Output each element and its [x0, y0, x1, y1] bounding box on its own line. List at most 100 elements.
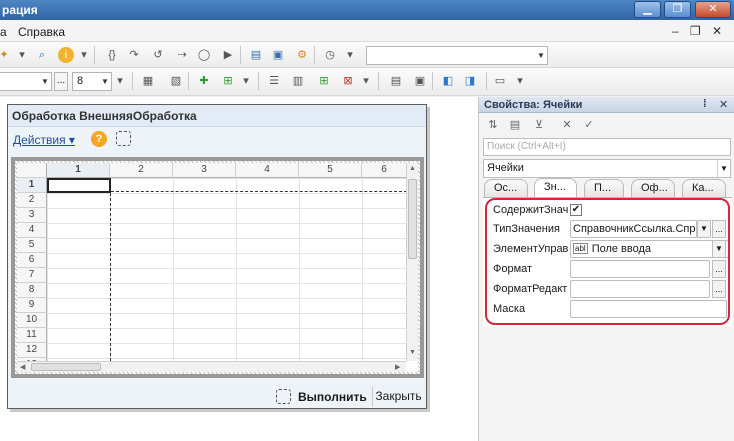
categorized-icon[interactable]: ▤: [507, 117, 523, 133]
chevron-down-icon[interactable]: ▼: [717, 160, 730, 177]
wand-icon[interactable]: ✦: [0, 47, 12, 63]
spreadsheet-grid[interactable]: 123456 12345678910111213 ▲ ▼ ◀ ▶: [17, 163, 418, 372]
dropdown-arrow-icon[interactable]: ▾: [14, 47, 30, 63]
align-icon[interactable]: ▤: [388, 73, 404, 89]
row-header[interactable]: 12: [17, 343, 47, 358]
frame-icon[interactable]: [116, 131, 131, 146]
tab-ka[interactable]: Ка...: [682, 179, 726, 197]
tab-value[interactable]: Зн...: [534, 178, 577, 198]
delete-column-icon[interactable]: ⊠: [340, 73, 356, 89]
style-choose-button[interactable]: ...: [54, 72, 68, 91]
mask-field[interactable]: [570, 300, 727, 318]
tab-main[interactable]: Ос...: [484, 179, 528, 197]
chevron-down-icon[interactable]: ▼: [99, 73, 111, 90]
chevron-down-icon[interactable]: ▼: [535, 47, 547, 64]
row-header[interactable]: 7: [17, 268, 47, 283]
edit-format-choose-button[interactable]: ...: [712, 280, 726, 298]
minimize-button[interactable]: ▁: [634, 1, 661, 18]
dropdown-arrow-icon[interactable]: ▾: [238, 73, 254, 89]
sheet-corner[interactable]: [17, 163, 47, 178]
horizontal-scrollbar[interactable]: ◀ ▶: [17, 361, 406, 372]
play-icon[interactable]: ▶: [220, 47, 236, 63]
split-cells-icon[interactable]: ▥: [290, 73, 306, 89]
column-header[interactable]: 4: [236, 163, 299, 178]
settings-icon[interactable]: ⚙: [294, 47, 310, 63]
actions-menu-button[interactable]: Действия ▾: [13, 133, 75, 147]
menu-item-help[interactable]: Справка: [18, 25, 65, 39]
layout-icon[interactable]: ▧: [168, 73, 184, 89]
window-icon[interactable]: ▣: [270, 47, 286, 63]
filter-icon[interactable]: ⊻: [531, 117, 547, 133]
row-header[interactable]: 2: [17, 193, 47, 208]
step-over-icon[interactable]: ↷: [126, 47, 142, 63]
font-size-combo[interactable]: 8 ▼: [72, 72, 112, 91]
clear-icon[interactable]: ✕: [559, 117, 575, 133]
dropdown-arrow-icon[interactable]: ▾: [512, 73, 528, 89]
frame-icon[interactable]: [276, 389, 291, 404]
step-out-icon[interactable]: ↺: [150, 47, 166, 63]
format-choose-button[interactable]: ...: [712, 260, 726, 278]
add-element-icon[interactable]: ✚: [196, 73, 212, 89]
search-icon[interactable]: ⌕: [34, 47, 50, 63]
mdi-close-button[interactable]: ✕: [712, 24, 722, 38]
row-header[interactable]: 11: [17, 328, 47, 343]
row-header[interactable]: 5: [17, 238, 47, 253]
value-type-field[interactable]: СправочникСсылка.Спра: [570, 220, 697, 238]
format-field[interactable]: [570, 260, 710, 278]
breakpoint-icon[interactable]: ◯: [196, 47, 212, 63]
tab-design[interactable]: Оф...: [631, 179, 675, 197]
row-header[interactable]: 4: [17, 223, 47, 238]
object-selector[interactable]: Ячейки ▼: [483, 159, 731, 178]
dropdown-arrow-icon[interactable]: ▾: [358, 73, 374, 89]
timer-icon[interactable]: ◷: [322, 47, 338, 63]
column-header[interactable]: 2: [110, 163, 173, 178]
close-button[interactable]: ✕: [695, 1, 731, 18]
properties-search-input[interactable]: Поиск (Ctrl+Alt+I): [483, 138, 731, 156]
scroll-up-icon[interactable]: ▲: [409, 165, 416, 172]
column-header[interactable]: 6: [362, 163, 407, 178]
pin-icon[interactable]: ⁞: [703, 98, 707, 110]
step-into-icon[interactable]: {}: [104, 47, 120, 63]
column-header[interactable]: 5: [299, 163, 362, 178]
chevron-down-icon[interactable]: ▼: [697, 220, 711, 238]
apply-icon[interactable]: ✓: [581, 117, 597, 133]
scroll-right-icon[interactable]: ▶: [395, 363, 400, 371]
table-properties-icon[interactable]: ▦: [140, 73, 156, 89]
dropdown-arrow-icon[interactable]: ▾: [76, 47, 92, 63]
tab-p[interactable]: П...: [584, 179, 624, 197]
menu-item-partial[interactable]: а: [0, 25, 7, 39]
row-header[interactable]: 1: [17, 178, 47, 193]
column-header[interactable]: 3: [173, 163, 236, 178]
edit-format-field[interactable]: [570, 280, 710, 298]
close-form-button[interactable]: Закрыть: [372, 387, 424, 407]
row-header[interactable]: 9: [17, 298, 47, 313]
chevron-down-icon[interactable]: ▼: [712, 240, 726, 258]
view-icon[interactable]: ▭: [492, 73, 508, 89]
add-row-icon[interactable]: ⊞: [220, 73, 236, 89]
active-cell[interactable]: [47, 178, 111, 193]
format-icon[interactable]: ▣: [412, 73, 428, 89]
run-button[interactable]: Выполнить: [298, 390, 367, 404]
move-left-icon[interactable]: ◧: [440, 73, 456, 89]
row-header[interactable]: 10: [17, 313, 47, 328]
row-header[interactable]: 3: [17, 208, 47, 223]
help-icon[interactable]: ?: [91, 131, 107, 147]
mdi-minimize-button[interactable]: –: [672, 24, 679, 38]
insert-column-icon[interactable]: ⊞: [316, 73, 332, 89]
contains-value-checkbox[interactable]: ✔: [570, 204, 582, 216]
control-element-field[interactable]: abl Поле ввода: [570, 240, 729, 258]
row-header[interactable]: 8: [17, 283, 47, 298]
mdi-restore-button[interactable]: ❐: [690, 24, 701, 38]
dropdown-arrow-icon[interactable]: ▾: [112, 73, 128, 89]
scroll-thumb[interactable]: [408, 179, 417, 259]
search-combo[interactable]: ▼: [366, 46, 548, 65]
dropdown-arrow-icon[interactable]: ▾: [342, 47, 358, 63]
scroll-left-icon[interactable]: ◀: [20, 363, 25, 371]
scroll-down-icon[interactable]: ▼: [409, 349, 416, 356]
value-type-choose-button[interactable]: ...: [712, 220, 726, 238]
maximize-button[interactable]: ❐: [664, 1, 691, 18]
run-to-cursor-icon[interactable]: ⇢: [174, 47, 190, 63]
spreadsheet-field[interactable]: 123456 12345678910111213 ▲ ▼ ◀ ▶: [11, 157, 424, 378]
style-combo[interactable]: ▼: [0, 72, 52, 91]
merge-cells-icon[interactable]: ☰: [266, 73, 282, 89]
